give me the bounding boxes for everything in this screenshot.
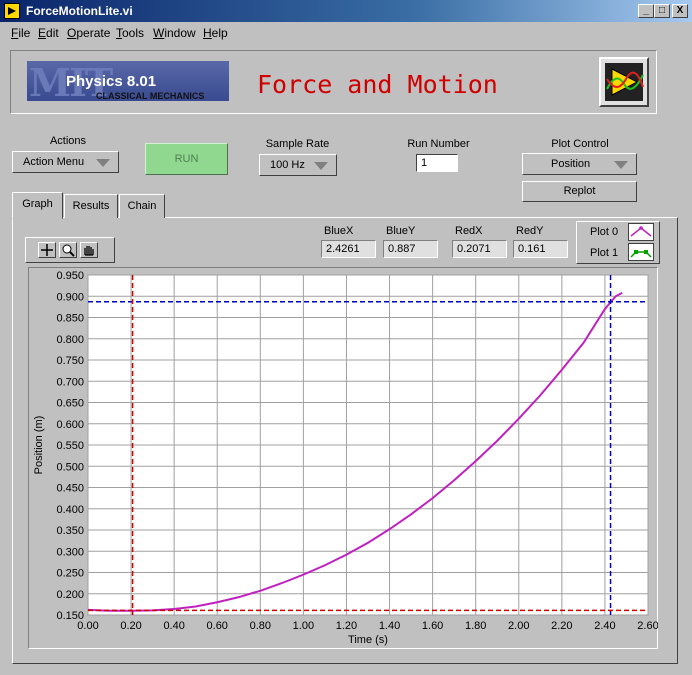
action-menu-ring[interactable]: Action Menu xyxy=(12,151,119,173)
tab-results[interactable]: Results xyxy=(64,194,118,218)
logo-subtitle-text: CLASSICAL MECHANICS xyxy=(96,91,205,101)
plot-legend[interactable]: Plot 0 Plot 1 xyxy=(576,221,660,264)
y-tick-label: 0.400 xyxy=(56,504,84,516)
run-button[interactable]: RUN xyxy=(145,143,228,175)
legend-plot0-label: Plot 0 xyxy=(590,226,619,238)
bluey-label: BlueY xyxy=(386,225,416,237)
chevron-down-icon xyxy=(96,159,110,167)
close-button[interactable]: X xyxy=(672,4,688,18)
window-title-bar[interactable]: ForceMotionLite.vi _ □ X xyxy=(0,0,692,22)
x-tick-label: 0.40 xyxy=(163,620,184,632)
logo-course-text: Physics 8.01 xyxy=(66,73,157,90)
y-tick-label: 0.500 xyxy=(56,461,84,473)
sample-rate-value: 100 Hz xyxy=(270,159,305,171)
zoom-icon[interactable] xyxy=(59,242,77,258)
x-tick-label: 1.80 xyxy=(465,620,486,632)
chevron-down-icon xyxy=(314,162,328,170)
replot-button[interactable]: Replot xyxy=(522,181,637,202)
x-tick-label: 2.40 xyxy=(594,620,615,632)
labview-logo-icon xyxy=(599,57,649,107)
menu-file[interactable]: File xyxy=(11,26,30,40)
bluex-label: BlueX xyxy=(324,225,354,237)
y-tick-label: 0.900 xyxy=(56,291,84,303)
window-title: ForceMotionLite.vi xyxy=(26,4,133,18)
y-tick-label: 0.250 xyxy=(56,568,84,580)
y-tick-label: 0.850 xyxy=(56,313,84,325)
y-tick-label: 0.550 xyxy=(56,440,84,452)
y-tick-labels: 0.150 0.200 0.250 0.300 0.350 0.400 0.450 0.500… xyxy=(56,270,84,622)
cursor-move-icon[interactable] xyxy=(38,242,56,258)
y-tick-label: 0.700 xyxy=(56,376,84,388)
x-tick-label: 1.20 xyxy=(336,620,357,632)
x-tick-label: 2.20 xyxy=(551,620,572,632)
legend-plot0-swatch[interactable] xyxy=(628,223,654,241)
maximize-button[interactable]: □ xyxy=(654,4,670,18)
bluex-value: 2.4261 xyxy=(321,240,376,258)
x-tick-label: 1.40 xyxy=(379,620,400,632)
x-tick-label: 0.80 xyxy=(250,620,271,632)
y-tick-label: 0.300 xyxy=(56,546,84,558)
x-tick-label: 2.60 xyxy=(637,620,658,632)
action-menu-value: Action Menu xyxy=(23,156,85,168)
labview-vi-icon xyxy=(4,3,20,19)
x-tick-labels: 0.00 0.20 0.40 0.60 0.80 1.00 1.20 1.40 1.60 1.80… xyxy=(77,620,658,632)
plot-control-value: Position xyxy=(551,158,591,170)
y-tick-label: 0.350 xyxy=(56,525,84,537)
page-title: Force and Motion xyxy=(257,70,498,99)
sample-rate-label: Sample Rate xyxy=(265,138,330,150)
x-axis-label: Time (s) xyxy=(348,634,388,646)
graph-palette xyxy=(25,237,115,263)
menu-edit[interactable]: Edit xyxy=(38,26,59,40)
x-tick-label: 0.20 xyxy=(120,620,141,632)
x-tick-label: 1.60 xyxy=(422,620,443,632)
x-tick-label: 0.60 xyxy=(207,620,228,632)
bluey-value: 0.887 xyxy=(383,240,438,258)
tab-chain[interactable]: Chain xyxy=(119,194,165,218)
pan-hand-icon[interactable] xyxy=(80,242,98,258)
position-time-chart[interactable]: 0.00 0.20 0.40 0.60 0.80 1.00 1.20 1.40 1.60 1.80… xyxy=(28,267,658,649)
actions-label: Actions xyxy=(49,135,87,147)
y-axis-label: Position (m) xyxy=(33,416,45,475)
y-tick-label: 0.600 xyxy=(56,419,84,431)
y-tick-label: 0.750 xyxy=(56,355,84,367)
sample-rate-ring[interactable]: 100 Hz xyxy=(259,154,337,176)
redy-label: RedY xyxy=(516,225,544,237)
menu-window[interactable]: Window xyxy=(153,26,196,40)
run-number-label: Run Number xyxy=(407,138,470,150)
menu-bar: File Edit Operate Tools Window Help xyxy=(0,22,692,42)
x-tick-label: 1.00 xyxy=(293,620,314,632)
y-tick-label: 0.650 xyxy=(56,398,84,410)
plot-control-label: Plot Control xyxy=(551,138,609,150)
y-tick-label: 0.450 xyxy=(56,483,84,495)
legend-plot1-label: Plot 1 xyxy=(590,247,619,259)
plot-control-ring[interactable]: Position xyxy=(522,153,637,175)
minimize-button[interactable]: _ xyxy=(638,4,654,18)
chevron-down-icon xyxy=(614,161,628,169)
y-tick-label: 0.200 xyxy=(56,589,84,601)
tab-graph[interactable]: Graph xyxy=(12,192,63,219)
menu-help[interactable]: Help xyxy=(203,26,228,40)
redy-value: 0.161 xyxy=(513,240,568,258)
redx-value: 0.2071 xyxy=(452,240,507,258)
menu-operate[interactable]: Operate xyxy=(67,26,110,40)
menu-tools[interactable]: Tools xyxy=(116,26,144,40)
y-tick-label: 0.950 xyxy=(56,270,84,282)
run-number-field[interactable]: 1 xyxy=(416,154,458,172)
x-tick-label: 2.00 xyxy=(508,620,529,632)
legend-plot1-swatch[interactable] xyxy=(628,243,654,261)
y-tick-label: 0.150 xyxy=(56,610,84,622)
y-tick-label: 0.800 xyxy=(56,334,84,346)
redx-label: RedX xyxy=(455,225,483,237)
